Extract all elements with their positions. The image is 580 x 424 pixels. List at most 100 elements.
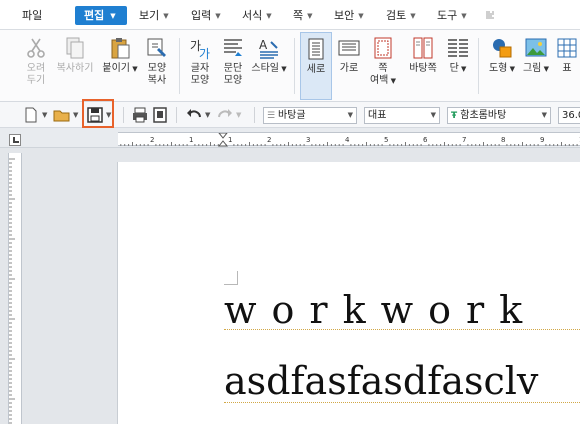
menu-review[interactable]: 검토 ▼ [386,7,416,25]
scissors-icon [27,38,45,58]
ruler-number: 3 [306,136,310,144]
chevron-down-icon: ▼ [430,111,436,119]
picture-icon [525,38,547,57]
ruler-number: 9 [540,136,544,144]
print-preview-icon[interactable] [151,106,169,124]
portrait-button[interactable]: 세로 [300,32,332,100]
ruler-number: 7 [462,136,466,144]
menu-view[interactable]: 보기 ▼ [139,7,169,25]
landscape-button[interactable]: 가로 [334,32,364,100]
extension-icon[interactable] [483,8,497,22]
vertical-ruler[interactable] [8,153,22,424]
svg-text:가: 가 [199,47,210,60]
document-line-2[interactable]: asdfasfasdfasclv [224,358,580,404]
page-bg-button[interactable]: 바탕쪽 [403,32,443,100]
chevron-down-icon: ▼ [541,111,547,119]
spell-underline [224,402,580,403]
copy-button[interactable]: 복사하기 [52,32,98,100]
style-icon: A [259,38,278,59]
chevron-down-icon: ▼ [266,12,272,20]
open-folder-icon[interactable] [53,106,71,124]
style-button[interactable]: A 스타일 ▼ [250,32,288,100]
tab-stop-icon[interactable] [9,134,21,146]
shapes-icon [493,39,512,58]
menu-view-label: 보기 [139,9,160,22]
columns-icon [448,39,468,57]
indent-marker-icon[interactable] [217,132,229,147]
horizontal-ruler[interactable]: 2112345678910 [118,132,580,147]
save-highlight-box [82,99,114,128]
picture-button[interactable]: 그림 ▼ [520,32,552,100]
margins-label-2: 여백 [369,75,389,86]
table-icon [557,38,577,58]
char-shape-label-1: 글자 [190,63,210,74]
shapes-label: 도형 [488,63,508,74]
menu-tools-label: 도구 [437,9,458,22]
page-bg-label: 바탕쪽 [409,63,437,74]
table-button[interactable]: 표 [554,32,580,100]
cut-label-2: 두기 [26,75,46,86]
menu-tools[interactable]: 도구 ▼ [437,7,467,25]
char-shape-button[interactable]: 가가 글자 모양 [184,32,216,100]
master-page-icon [413,37,433,59]
page-corner-mark [224,271,238,285]
chevron-down-icon[interactable]: ▼ [73,111,78,119]
menu-review-label: 검토 [386,9,407,22]
shapes-button[interactable]: 도형 ▼ [484,32,520,100]
menu-security[interactable]: 보안 ▼ [334,7,364,25]
char-shape-label-2: 모양 [190,75,210,86]
chevron-down-icon: ▼ [215,12,221,20]
ruler-number: 1 [189,136,193,144]
menu-edit[interactable]: 편집 ▼ [75,6,127,25]
menu-insert-label: 입력 [191,9,212,22]
chevron-down-icon: ▼ [279,65,287,73]
para-shape-button[interactable]: 문단 모양 [216,32,250,100]
margins-button[interactable]: 쪽 여백 ▼ [367,32,399,100]
cut-label-1: 오려 [26,63,46,74]
chevron-down-icon: ▼ [541,65,549,73]
redo-icon[interactable] [216,106,234,124]
format-copy-label-2: 복사 [147,75,167,86]
ruler-number: 6 [423,136,428,144]
paste-button[interactable]: 붙이기 ▼ [101,32,139,100]
para-shape-label-1: 문단 [223,63,243,74]
chevron-down-icon[interactable]: ▼ [205,111,210,119]
paragraph-shape-icon [224,39,242,56]
language-combo-value: 대표 [368,110,387,121]
ruler-ticks: 2112345678910 [120,132,580,147]
font-combo[interactable]: Ŧ 함초롬바탕 ▼ [447,107,551,124]
cut-button[interactable]: 오려 두기 [20,32,52,100]
columns-button[interactable]: 단 ▼ [445,32,471,100]
menu-page[interactable]: 쪽 ▼ [293,7,313,25]
language-combo[interactable]: 대표 ▼ [364,107,440,124]
document-line-1[interactable]: workwork [224,287,580,333]
print-icon[interactable] [131,106,149,124]
ruler-number: 1 [228,136,232,144]
toolbar-divider [123,107,124,123]
format-copy-button[interactable]: 모양 복사 [140,32,174,100]
style-label: 스타일 [251,63,279,74]
font-combo-value: 함초롬바탕 [460,110,507,121]
menu-file[interactable]: 파일 [22,7,42,25]
new-document-icon[interactable] [22,106,40,124]
chevron-down-icon[interactable]: ▼ [236,111,241,119]
undo-icon[interactable] [185,106,203,124]
chevron-down-icon: ▼ [110,12,116,20]
svg-text:A: A [259,38,268,52]
style-combo[interactable]: ☰ 바탕글 ▼ [263,107,357,124]
menu-edit-label: 편집 [84,9,105,22]
chevron-down-icon[interactable]: ▼ [42,111,47,119]
menu-format[interactable]: 서식 ▼ [242,7,272,25]
vertical-ruler-ticks [9,158,15,424]
char-shape-icon: 가가 [190,39,210,60]
portrait-page-icon [308,38,324,60]
chevron-down-icon: ▼ [307,12,313,20]
toolbar-divider [176,107,177,123]
menu-file-label: 파일 [22,9,43,22]
copy-label: 복사하기 [56,63,94,74]
menu-security-label: 보안 [334,9,355,22]
spell-underline [224,329,580,330]
menu-insert[interactable]: 입력 ▼ [191,7,221,25]
ruler-number: 2 [267,136,271,144]
font-size-combo[interactable]: 36.0 [558,107,580,124]
